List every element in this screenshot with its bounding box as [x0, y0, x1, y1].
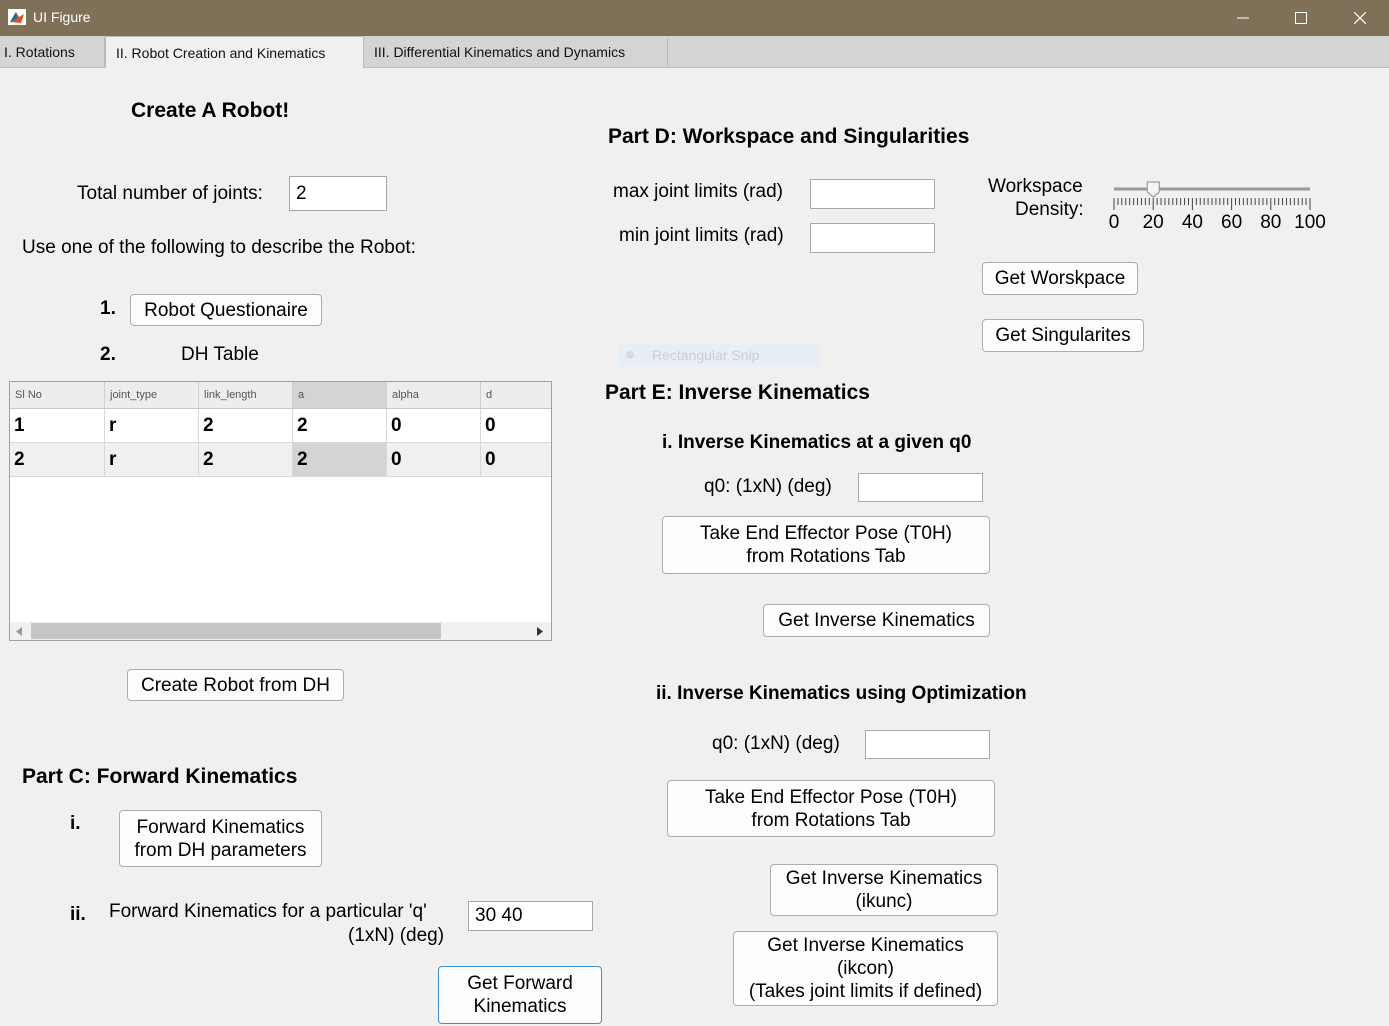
scrollbar-thumb[interactable]: [31, 623, 441, 639]
workspace-density-slider[interactable]: 0 20 40 60 80 100: [1104, 178, 1334, 238]
matlab-logo-icon: [8, 9, 26, 25]
minimize-button[interactable]: [1214, 0, 1272, 36]
tab-differential-kinematics[interactable]: III. Differential Kinematics and Dynamic…: [364, 38, 668, 66]
table-cell[interactable]: 0: [387, 409, 481, 443]
slider-tick-label: 0: [1108, 212, 1120, 233]
max-limits-label: max joint limits (rad): [613, 181, 783, 202]
minimize-icon: [1237, 17, 1249, 19]
ik-i-get-button[interactable]: Get Inverse Kinematics: [763, 604, 990, 637]
column-header-d[interactable]: d: [481, 382, 551, 409]
slider-tick-label: 20: [1142, 212, 1164, 233]
slider-tick-label: 100: [1294, 212, 1326, 233]
table-cell[interactable]: 0: [481, 443, 551, 477]
slider-tick-label: 60: [1221, 212, 1243, 233]
column-header-link-length[interactable]: link_length: [199, 382, 293, 409]
table-cell[interactable]: r: [105, 409, 199, 443]
table-cell[interactable]: 2: [199, 409, 293, 443]
ik-ii-q0-label: q0: (1xN) (deg): [712, 733, 840, 754]
create-robot-from-dh-button[interactable]: Create Robot from DH: [127, 669, 344, 701]
slider-track[interactable]: [1104, 178, 1334, 212]
ik-i-q0-input[interactable]: [858, 473, 983, 502]
get-ikunc-button[interactable]: Get Inverse Kinematics (ikunc): [770, 864, 998, 916]
slider-thumb[interactable]: [1146, 181, 1160, 198]
density-label-line2: Density:: [1015, 199, 1084, 220]
fk-q-unit-label: (1xN) (deg): [348, 925, 445, 946]
joints-input[interactable]: 2: [289, 176, 387, 211]
option-1-number: 1.: [100, 298, 116, 319]
table-cell[interactable]: 2: [10, 443, 105, 477]
joints-label: Total number of joints:: [77, 183, 263, 204]
ik-i-take-pose-button[interactable]: Take End Effector Pose (T0H) from Rotati…: [662, 516, 990, 574]
get-forward-kinematics-button[interactable]: Get Forward Kinematics: [438, 966, 602, 1024]
scroll-left-icon[interactable]: [16, 627, 22, 636]
slider-tick-label: 80: [1260, 212, 1282, 233]
part-d-heading: Part D: Workspace and Singularities: [608, 125, 970, 148]
robot-questionnaire-button[interactable]: Robot Questionaire: [130, 294, 322, 326]
ik-ii-take-pose-button[interactable]: Take End Effector Pose (T0H) from Rotati…: [667, 780, 995, 837]
get-singularities-button[interactable]: Get Singularites: [982, 319, 1144, 352]
get-ikcon-button[interactable]: Get Inverse Kinematics (ikcon) (Takes jo…: [733, 931, 998, 1006]
maximize-icon: [1295, 12, 1307, 24]
column-header-joint-type[interactable]: joint_type: [105, 382, 199, 409]
slider-tick-label: 40: [1181, 212, 1203, 233]
part-c-heading: Part C: Forward Kinematics: [22, 765, 298, 788]
fk-q-input[interactable]: 30 40: [468, 901, 593, 931]
density-label-line1: Workspace: [988, 176, 1083, 197]
close-button[interactable]: [1331, 0, 1389, 36]
describe-label: Use one of the following to describe the…: [22, 237, 416, 258]
table-cell[interactable]: 0: [387, 443, 481, 477]
ik-i-q0-label: q0: (1xN) (deg): [704, 476, 832, 497]
max-limits-input[interactable]: [810, 179, 935, 209]
fk-q-label: Forward Kinematics for a particular 'q': [109, 901, 427, 922]
dh-table[interactable]: Sl No joint_type link_length a alpha d 1…: [9, 381, 552, 641]
option-2-number: 2.: [100, 344, 116, 365]
part-c-i-label: i.: [70, 813, 81, 834]
table-cell[interactable]: 2: [293, 409, 387, 443]
close-icon: [1354, 12, 1366, 24]
tab-rotations[interactable]: I. Rotations: [0, 38, 105, 66]
fk-from-dh-button[interactable]: Forward Kinematics from DH parameters: [119, 810, 322, 867]
snip-label: Rectangular Snip: [652, 347, 760, 363]
dh-table-label: DH Table: [181, 344, 259, 365]
ik-ii-q0-input[interactable]: [865, 730, 990, 759]
ik-ii-heading: ii. Inverse Kinematics using Optimizatio…: [656, 683, 1027, 704]
min-limits-input[interactable]: [810, 223, 935, 253]
scroll-right-icon[interactable]: [537, 627, 543, 636]
get-workspace-button[interactable]: Get Worskpace: [982, 262, 1138, 295]
column-header-sl-no[interactable]: Sl No: [10, 382, 105, 409]
snip-icon: [626, 351, 634, 359]
column-header-alpha[interactable]: alpha: [387, 382, 481, 409]
table-cell-selected[interactable]: 2: [293, 443, 387, 477]
horizontal-scrollbar[interactable]: [10, 622, 551, 640]
rectangular-snip-overlay: Rectangular Snip: [618, 344, 820, 366]
slider-tick-labels: 0 20 40 60 80 100: [1104, 212, 1334, 234]
window-title: UI Figure: [33, 9, 91, 25]
table-cell[interactable]: 1: [10, 409, 105, 443]
maximize-button[interactable]: [1272, 0, 1330, 36]
min-limits-label: min joint limits (rad): [619, 225, 784, 246]
part-e-heading: Part E: Inverse Kinematics: [605, 381, 870, 404]
column-header-a[interactable]: a: [293, 382, 387, 409]
tab-robot-creation[interactable]: II. Robot Creation and Kinematics: [105, 36, 364, 68]
table-cell[interactable]: r: [105, 443, 199, 477]
ik-i-heading: i. Inverse Kinematics at a given q0: [662, 432, 972, 453]
title-bar: UI Figure: [0, 0, 1389, 36]
part-c-ii-label: ii.: [70, 904, 86, 925]
create-robot-heading: Create A Robot!: [131, 99, 290, 122]
table-cell[interactable]: 0: [481, 409, 551, 443]
table-cell[interactable]: 2: [199, 443, 293, 477]
